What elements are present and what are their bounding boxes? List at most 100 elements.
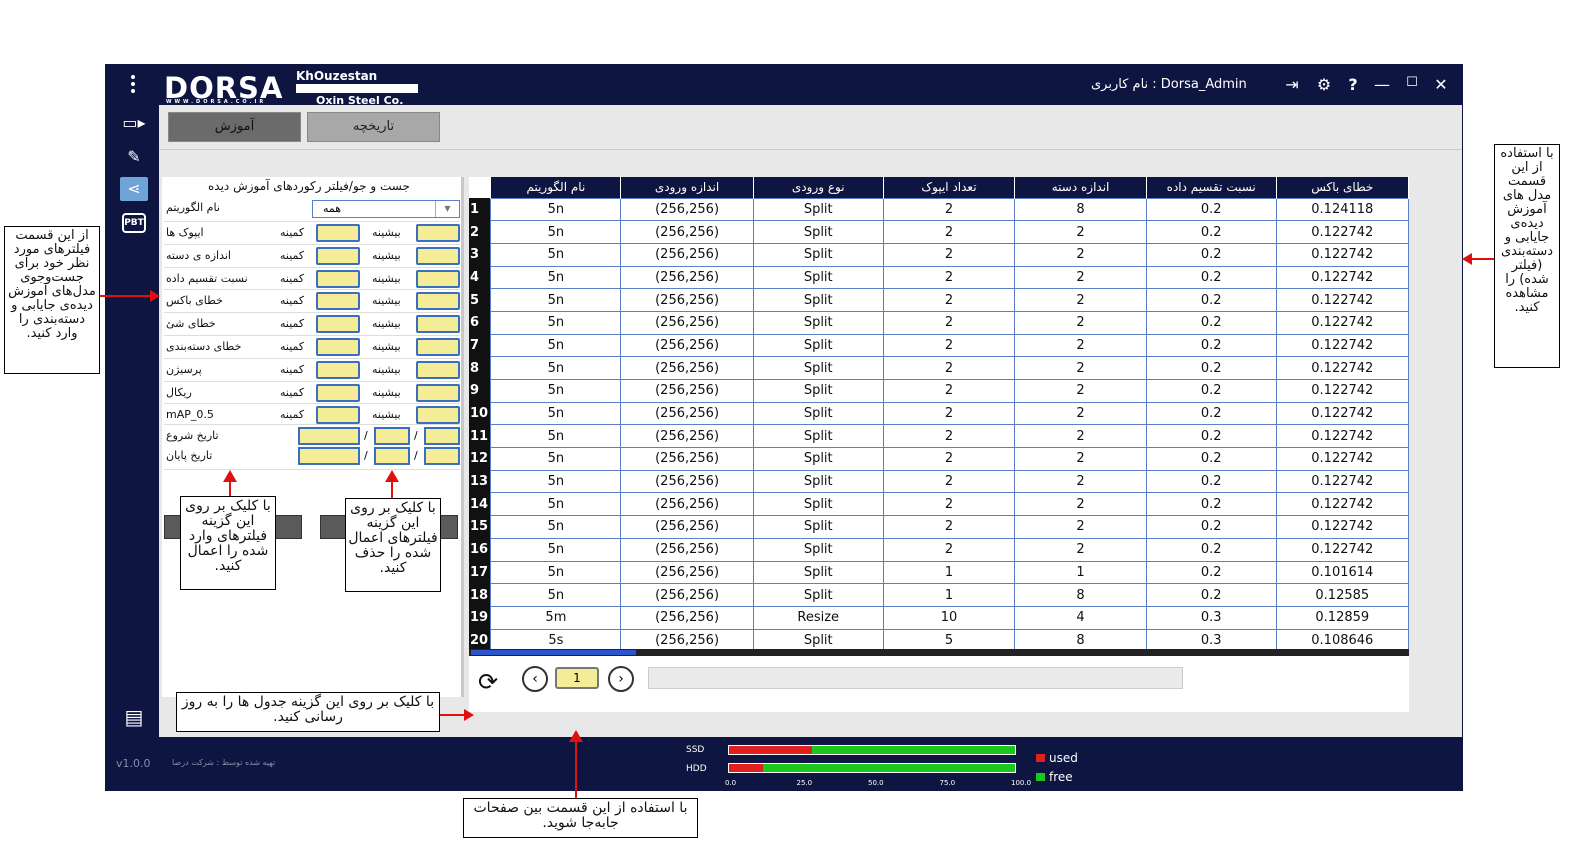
table-cell[interactable]: 2 [882, 288, 1016, 312]
table-cell[interactable]: (256,256) [620, 583, 754, 607]
table-cell[interactable]: 0.122742 [1275, 469, 1410, 494]
table-cell[interactable]: 0.2 [1145, 356, 1277, 380]
table-cell[interactable]: 2 [882, 401, 1016, 426]
table-cell[interactable]: Split [752, 492, 884, 517]
column-header[interactable]: اندازه ورودی [620, 177, 754, 198]
min-input[interactable] [316, 269, 360, 288]
start-date-month[interactable] [374, 427, 410, 445]
table-cell[interactable]: (256,256) [620, 515, 754, 539]
min-input[interactable] [316, 360, 360, 379]
table-row[interactable]: 19 5m (256,256) Resize 10 4 0.3 0.12859 [469, 605, 1410, 630]
table-cell[interactable]: Split [752, 197, 884, 222]
table-cell[interactable]: 0.122742 [1275, 537, 1410, 562]
table-cell[interactable]: (256,256) [620, 424, 754, 449]
table-cell[interactable]: 2 [882, 242, 1016, 267]
table-cell[interactable]: 0.2 [1145, 424, 1277, 449]
start-date-day[interactable] [424, 427, 460, 445]
table-cell[interactable]: (256,256) [620, 288, 754, 312]
table-row[interactable]: 13 5n (256,256) Split 2 2 0.2 0.122742 [469, 469, 1410, 494]
table-cell[interactable]: Split [752, 447, 884, 471]
table-row[interactable]: 14 5n (256,256) Split 2 2 0.2 0.122742 [469, 492, 1410, 517]
gear-icon[interactable]: ⚙ [1314, 75, 1334, 94]
table-cell[interactable]: 0.122742 [1275, 379, 1410, 403]
table-cell[interactable]: (256,256) [620, 469, 754, 494]
table-cell[interactable]: 5n [490, 220, 622, 244]
table-row[interactable]: 4 5n (256,256) Split 2 2 0.2 0.122742 [469, 265, 1410, 290]
table-row[interactable]: 10 5n (256,256) Split 2 2 0.2 0.122742 [469, 401, 1410, 426]
share-icon[interactable]: ⋖ [120, 177, 148, 201]
table-cell[interactable]: 0.2 [1145, 197, 1277, 222]
table-cell[interactable]: (256,256) [620, 492, 754, 517]
table-cell[interactable]: 5n [490, 515, 622, 539]
column-header[interactable]: نوع ورودی [753, 177, 884, 198]
table-cell[interactable]: 5n [490, 333, 622, 358]
table-cell[interactable]: Split [752, 560, 884, 585]
table-cell[interactable]: 2 [1014, 310, 1147, 335]
table-row[interactable]: 16 5n (256,256) Split 2 2 0.2 0.122742 [469, 537, 1410, 562]
max-input[interactable] [416, 406, 460, 425]
table-cell[interactable]: 2 [882, 515, 1016, 539]
table-row[interactable]: 11 5n (256,256) Split 2 2 0.2 0.122742 [469, 424, 1410, 449]
table-cell[interactable]: 5n [490, 492, 622, 517]
help-icon[interactable]: ? [1343, 75, 1363, 94]
table-cell[interactable]: 5n [490, 424, 622, 449]
min-input[interactable] [316, 224, 360, 242]
end-date-day[interactable] [424, 447, 460, 465]
table-row[interactable]: 15 5n (256,256) Split 2 2 0.2 0.122742 [469, 515, 1410, 539]
pbt-icon[interactable]: PBT [122, 213, 146, 233]
table-cell[interactable]: Split [752, 583, 884, 607]
column-header[interactable]: تعداد ایپوک [883, 177, 1016, 198]
table-cell[interactable]: 0.122742 [1275, 220, 1410, 244]
table-cell[interactable]: 5n [490, 288, 622, 312]
table-cell[interactable]: Split [752, 265, 884, 290]
table-cell[interactable]: 5n [490, 356, 622, 380]
table-cell[interactable]: 2 [1014, 220, 1147, 244]
table-cell[interactable]: 8 [1014, 197, 1147, 222]
table-cell[interactable]: 0.2 [1145, 310, 1277, 335]
table-cell[interactable]: Split [752, 401, 884, 426]
table-cell[interactable]: 0.2 [1145, 242, 1277, 267]
table-cell[interactable]: 2 [1014, 333, 1147, 358]
max-input[interactable] [416, 224, 460, 242]
table-cell[interactable]: 0.122742 [1275, 242, 1410, 267]
table-cell[interactable]: Split [752, 310, 884, 335]
table-cell[interactable]: Split [752, 333, 884, 358]
table-cell[interactable]: 1 [882, 583, 1016, 607]
table-cell[interactable]: 2 [882, 492, 1016, 517]
table-cell[interactable]: 0.122742 [1275, 288, 1410, 312]
table-cell[interactable]: 2 [882, 333, 1016, 358]
table-cell[interactable]: 2 [882, 356, 1016, 380]
max-input[interactable] [416, 338, 460, 356]
tab-history[interactable]: تاریخچه [307, 112, 440, 142]
table-cell[interactable]: Split [752, 220, 884, 244]
table-cell[interactable]: 0.124118 [1275, 197, 1410, 222]
next-page-button[interactable]: › [608, 666, 634, 692]
table-cell[interactable]: 0.122742 [1275, 424, 1410, 449]
table-row[interactable]: 3 5n (256,256) Split 2 2 0.2 0.122742 [469, 242, 1410, 267]
table-cell[interactable]: 0.2 [1145, 220, 1277, 244]
max-input[interactable] [416, 292, 460, 311]
min-input[interactable] [316, 338, 360, 356]
scrollbar-thumb[interactable] [471, 650, 636, 655]
camera-icon[interactable]: ▭▸ [120, 111, 148, 135]
table-cell[interactable]: (256,256) [620, 605, 754, 630]
table-cell[interactable]: 0.122742 [1275, 515, 1410, 539]
table-cell[interactable]: 0.122742 [1275, 356, 1410, 380]
table-cell[interactable]: Split [752, 288, 884, 312]
table-cell[interactable]: 2 [882, 447, 1016, 471]
table-cell[interactable]: 2 [1014, 515, 1147, 539]
horizontal-scrollbar[interactable] [469, 649, 1409, 656]
table-cell[interactable]: (256,256) [620, 560, 754, 585]
table-cell[interactable]: 0.101614 [1275, 560, 1410, 585]
table-cell[interactable]: (256,256) [620, 220, 754, 244]
min-input[interactable] [316, 406, 360, 425]
table-cell[interactable]: 8 [1014, 583, 1147, 607]
table-cell[interactable]: 0.122742 [1275, 265, 1410, 290]
table-row[interactable]: 2 5n (256,256) Split 2 2 0.2 0.122742 [469, 220, 1410, 244]
table-cell[interactable]: (256,256) [620, 401, 754, 426]
table-cell[interactable]: 2 [1014, 356, 1147, 380]
table-cell[interactable]: 2 [1014, 469, 1147, 494]
table-cell[interactable]: 0.2 [1145, 560, 1277, 585]
min-input[interactable] [316, 246, 360, 265]
table-cell[interactable]: 0.2 [1145, 379, 1277, 403]
